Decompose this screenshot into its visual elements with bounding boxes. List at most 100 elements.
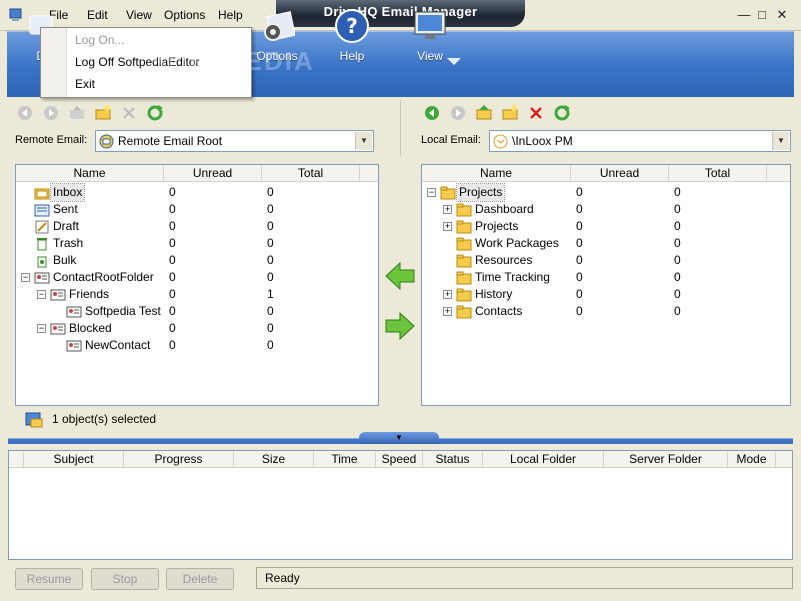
chevron-down-icon[interactable]: ▼ bbox=[772, 132, 789, 150]
tree-row[interactable]: − ContactRootFolder 0 0 bbox=[16, 269, 378, 286]
local-root-icon bbox=[493, 134, 508, 149]
menu-edit[interactable]: Edit bbox=[87, 8, 108, 22]
total-count: 0 bbox=[267, 253, 274, 267]
tree-item-label: Bulk bbox=[53, 253, 77, 267]
unread-count: 0 bbox=[169, 185, 176, 199]
chevron-down-icon[interactable]: ▼ bbox=[355, 132, 372, 150]
tree-item-label: Sent bbox=[53, 202, 78, 216]
tree-row[interactable]: + Projects 0 0 bbox=[422, 218, 790, 235]
tree-row[interactable]: − Friends 0 1 bbox=[16, 286, 378, 303]
local-email-select[interactable]: \InLoox PM ▼ bbox=[489, 130, 791, 152]
copy-to-local-arrow-icon[interactable] bbox=[384, 310, 416, 342]
new-folder-icon[interactable] bbox=[94, 104, 112, 122]
unread-count: 0 bbox=[169, 219, 176, 233]
column-header-progress[interactable]: Progress bbox=[124, 451, 234, 468]
unread-count: 0 bbox=[169, 202, 176, 216]
local-new-folder-icon[interactable] bbox=[501, 104, 519, 122]
refresh-icon[interactable] bbox=[146, 104, 164, 122]
tree-row[interactable]: Trash 0 0 bbox=[16, 235, 378, 252]
menu-help[interactable]: Help bbox=[218, 8, 243, 22]
column-header-local-folder[interactable]: Local Folder bbox=[483, 451, 604, 468]
column-header-time[interactable]: Time bbox=[314, 451, 376, 468]
total-count: 0 bbox=[267, 321, 274, 335]
local-folder-tree[interactable]: Name Unread Total − Projects 0 0 + Dashboard 0… bbox=[421, 164, 791, 406]
total-count: 0 bbox=[267, 304, 274, 318]
column-header-server-folder[interactable]: Server Folder bbox=[604, 451, 728, 468]
column-header-total[interactable]: Total bbox=[262, 165, 360, 182]
view-dropdown-icon[interactable] bbox=[447, 58, 461, 66]
transfer-queue-table[interactable]: Subject Progress Size Time Speed Status … bbox=[8, 450, 793, 560]
total-count: 0 bbox=[674, 287, 681, 301]
expand-toggle[interactable]: + bbox=[443, 205, 452, 214]
column-header-size[interactable]: Size bbox=[234, 451, 314, 468]
tree-row[interactable]: Bulk 0 0 bbox=[16, 252, 378, 269]
tree-item-label: Blocked bbox=[69, 321, 112, 335]
forward-icon[interactable] bbox=[42, 104, 60, 122]
remote-folder-tree[interactable]: Name Unread Total Inbox 0 0 Sent 0 0 Draft 0 0 Tr… bbox=[15, 164, 379, 406]
column-header-status[interactable]: Status bbox=[423, 451, 483, 468]
tree-item-label: Trash bbox=[53, 236, 84, 250]
help-button[interactable]: ? Help bbox=[320, 4, 384, 66]
menu-gutter bbox=[41, 28, 67, 97]
column-header-name[interactable]: Name bbox=[16, 165, 164, 182]
column-header-unread[interactable]: Unread bbox=[571, 165, 669, 182]
total-count: 1 bbox=[267, 287, 274, 301]
tree-item-label: Dashboard bbox=[475, 202, 534, 216]
tree-row[interactable]: NewContact 0 0 bbox=[16, 337, 378, 354]
tree-row[interactable]: + History 0 0 bbox=[422, 286, 790, 303]
tree-row[interactable]: + Contacts 0 0 bbox=[422, 303, 790, 320]
stop-button[interactable]: Stop bbox=[91, 568, 159, 590]
column-header-speed[interactable]: Speed bbox=[376, 451, 423, 468]
column-header-total[interactable]: Total bbox=[669, 165, 767, 182]
column-header-unread[interactable]: Unread bbox=[164, 165, 262, 182]
help-label: Help bbox=[339, 49, 365, 63]
contact-card-icon bbox=[50, 323, 66, 335]
local-up-folder-icon[interactable] bbox=[475, 104, 493, 122]
tree-row[interactable]: Time Tracking 0 0 bbox=[422, 269, 790, 286]
expand-toggle[interactable]: + bbox=[443, 290, 452, 299]
minimize-button[interactable]: — bbox=[735, 6, 753, 24]
collapse-toggle[interactable]: − bbox=[21, 273, 30, 282]
local-delete-icon[interactable] bbox=[527, 104, 545, 122]
collapse-toggle[interactable]: ▼ bbox=[359, 432, 439, 444]
back-icon[interactable] bbox=[16, 104, 34, 122]
tree-row[interactable]: Work Packages 0 0 bbox=[422, 235, 790, 252]
menu-options[interactable]: Options bbox=[164, 8, 205, 22]
local-forward-icon[interactable] bbox=[449, 104, 467, 122]
column-header-mode[interactable]: Mode bbox=[728, 451, 776, 468]
collapse-toggle[interactable]: − bbox=[37, 290, 46, 299]
local-back-icon[interactable] bbox=[423, 104, 441, 122]
remote-email-select[interactable]: Remote Email Root ▼ bbox=[95, 130, 374, 152]
tree-item-label: Projects bbox=[475, 219, 519, 233]
tree-row[interactable]: − Projects 0 0 bbox=[422, 183, 790, 202]
contact-card-icon bbox=[34, 272, 50, 284]
resume-button[interactable]: Resume bbox=[15, 568, 83, 590]
column-header-subject[interactable]: Subject bbox=[24, 451, 124, 468]
tree-row[interactable]: Softpedia Test 0 0 bbox=[16, 303, 378, 320]
delete-icon[interactable] bbox=[120, 104, 138, 122]
local-email-value: \InLoox PM bbox=[512, 134, 573, 148]
close-button[interactable]: ✕ bbox=[773, 6, 791, 24]
tree-row[interactable]: − Blocked 0 0 bbox=[16, 320, 378, 337]
menu-view[interactable]: View bbox=[126, 8, 152, 22]
up-folder-icon[interactable] bbox=[68, 104, 86, 122]
column-header-name[interactable]: Name bbox=[422, 165, 571, 182]
unread-count: 0 bbox=[169, 236, 176, 250]
tree-row[interactable]: Sent 0 0 bbox=[16, 201, 378, 218]
tree-row[interactable]: Draft 0 0 bbox=[16, 218, 378, 235]
collapse-toggle[interactable]: − bbox=[427, 188, 436, 197]
folder-icon bbox=[456, 305, 472, 319]
menu-exit[interactable]: Exit bbox=[75, 77, 95, 91]
expand-toggle[interactable]: + bbox=[443, 307, 452, 316]
tree-row[interactable]: Resources 0 0 bbox=[422, 252, 790, 269]
restore-button[interactable]: □ bbox=[753, 6, 771, 24]
folder-icon bbox=[456, 288, 472, 302]
delete-button[interactable]: Delete bbox=[166, 568, 234, 590]
local-refresh-icon[interactable] bbox=[553, 104, 571, 122]
collapse-toggle[interactable]: − bbox=[37, 324, 46, 333]
tree-row[interactable]: Inbox 0 0 bbox=[16, 183, 378, 202]
expand-toggle[interactable]: + bbox=[443, 222, 452, 231]
view-button[interactable]: View bbox=[398, 4, 462, 66]
copy-to-remote-arrow-icon[interactable] bbox=[384, 260, 416, 292]
tree-row[interactable]: + Dashboard 0 0 bbox=[422, 201, 790, 218]
